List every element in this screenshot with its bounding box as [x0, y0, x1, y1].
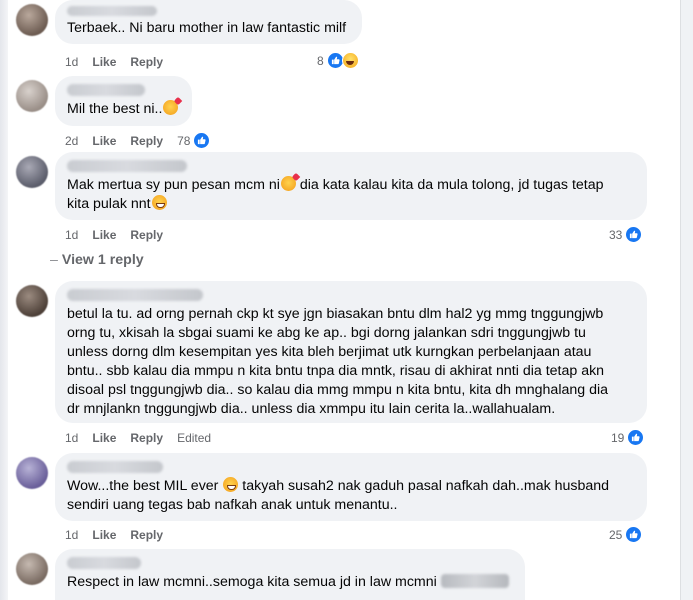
reply-button[interactable]: Reply [130, 134, 163, 148]
comment-bubble: Mak mertua sy pun pesan mcm ni dia kata … [55, 152, 647, 220]
reaction-count: 25 [609, 527, 623, 542]
like-reaction-icon [625, 526, 643, 543]
reply-button[interactable]: Reply [130, 55, 163, 69]
reaction-summary[interactable]: 78 [177, 132, 211, 149]
comment-bubble: betul la tu. ad orng pernah ckp kt sye j… [55, 281, 647, 423]
comment-actions: 1d Like Reply Edited [65, 431, 211, 445]
comment-bubble: Wow...the best MIL ever takyah susah2 na… [55, 453, 647, 521]
right-scroll-edge[interactable] [680, 0, 693, 600]
comment-actions: 1d Like Reply [65, 528, 163, 542]
comment-author-redacted[interactable] [67, 84, 145, 96]
grinning-emoji-icon [151, 195, 167, 210]
view-replies-link[interactable]: – View 1 reply [50, 252, 144, 268]
haha-reaction-icon [341, 52, 359, 69]
reaction-summary[interactable]: 19 [611, 429, 645, 446]
comment-text-content: Mil the best ni.. [67, 101, 163, 117]
reaction-count: 33 [609, 227, 623, 242]
reply-button[interactable]: Reply [130, 528, 163, 542]
avatar[interactable] [16, 553, 48, 585]
comment-author-redacted[interactable] [67, 160, 187, 172]
comment-bubble: Mil the best ni.. [55, 76, 192, 126]
comment-bubble: Respect in law mcmni..semoga kita semua … [55, 549, 525, 600]
comment-author-redacted[interactable] [67, 289, 203, 301]
comment-text: Mil the best ni.. [67, 100, 179, 117]
left-page-edge [0, 0, 8, 600]
like-reaction-icon [625, 226, 643, 243]
edited-label[interactable]: Edited [177, 431, 211, 445]
comment-text: Wow...the best MIL ever takyah susah2 na… [67, 477, 609, 513]
like-button[interactable]: Like [92, 431, 116, 445]
comment-author-redacted[interactable] [67, 557, 141, 569]
reaction-summary[interactable]: 33 [609, 226, 643, 243]
like-button[interactable]: Like [92, 134, 116, 148]
comment-bubble: Terbaek.. Ni baru mother in law fantasti… [55, 0, 362, 44]
reaction-count: 19 [611, 430, 625, 445]
comment-author-redacted[interactable] [67, 461, 163, 473]
reaction-count: 78 [177, 133, 191, 148]
comment-actions: 1d Like Reply [65, 228, 163, 242]
comment-text: Mak mertua sy pun pesan mcm ni dia kata … [67, 176, 604, 212]
avatar[interactable] [16, 80, 48, 112]
comment-time[interactable]: 2d [65, 134, 78, 148]
comment-author-redacted[interactable] [67, 6, 157, 16]
avatar[interactable] [16, 457, 48, 489]
like-reaction-icon [193, 132, 211, 149]
comment-time[interactable]: 1d [65, 528, 78, 542]
avatar[interactable] [16, 285, 48, 317]
comment-text: Terbaek.. Ni baru mother in law fantasti… [67, 20, 347, 36]
comment-time[interactable]: 1d [65, 228, 78, 242]
comment-time[interactable]: 1d [65, 431, 78, 445]
like-button[interactable]: Like [92, 528, 116, 542]
comment-text: betul la tu. ad orng pernah ckp kt sye j… [67, 306, 609, 417]
comment-text: Respect in law mcmni..semoga kita semua … [67, 574, 509, 590]
reply-button[interactable]: Reply [130, 228, 163, 242]
like-button[interactable]: Like [92, 228, 116, 242]
reaction-count: 8 [317, 53, 324, 68]
comment-text-part1: Mak mertua sy pun pesan mcm ni [67, 177, 280, 193]
reply-button[interactable]: Reply [130, 431, 163, 445]
comments-panel: Terbaek.. Ni baru mother in law fantasti… [0, 0, 693, 600]
smiling-hearts-emoji-icon [280, 176, 296, 191]
redacted-tag [440, 574, 509, 588]
avatar[interactable] [16, 156, 48, 188]
smiling-hearts-emoji-icon [163, 100, 179, 115]
reaction-summary[interactable]: 25 [609, 526, 643, 543]
avatar[interactable] [16, 4, 48, 36]
comment-actions: 1d Like Reply [65, 55, 163, 69]
grinning-emoji-icon [223, 477, 239, 492]
comment-actions: 2d Like Reply 78 [65, 132, 211, 149]
comment-text-part1: Wow...the best MIL ever [67, 478, 223, 494]
view-replies-label[interactable]: View 1 reply [62, 252, 144, 268]
reaction-summary[interactable]: 8 [317, 52, 359, 69]
comment-time[interactable]: 1d [65, 55, 78, 69]
comment-text-content: Respect in law mcmni..semoga kita semua … [67, 574, 437, 590]
like-reaction-icon [627, 429, 645, 446]
reply-connector-icon: – [50, 252, 58, 268]
like-button[interactable]: Like [92, 55, 116, 69]
